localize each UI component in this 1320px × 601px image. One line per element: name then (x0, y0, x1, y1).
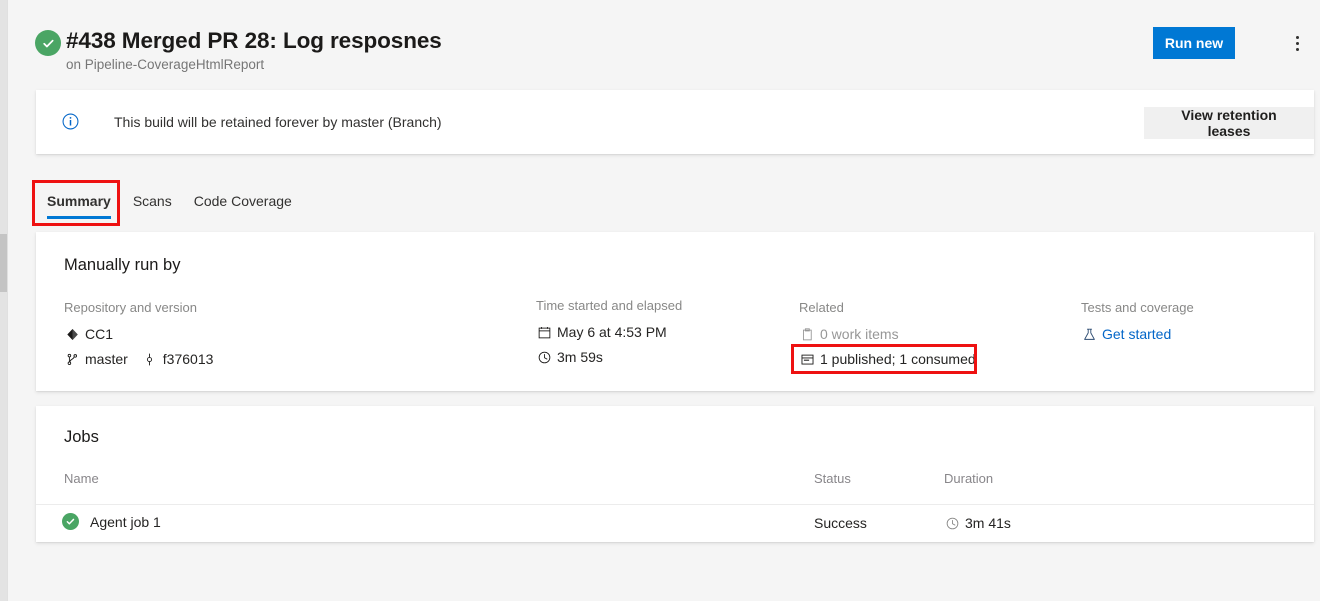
info-circle-icon (62, 113, 79, 130)
jobs-table: Name Status Duration Agent job 1 Success (36, 464, 1314, 543)
run-new-button[interactable]: Run new (1153, 27, 1235, 59)
tests-get-started-link[interactable]: Get started (1102, 326, 1171, 342)
artifacts-row[interactable]: 1 published; 1 consumed (799, 348, 976, 370)
manually-run-by-title: Manually run by (64, 256, 180, 275)
retention-banner: This build will be retained forever by m… (36, 90, 1314, 154)
tests-get-started-row[interactable]: Get started (1081, 323, 1194, 345)
branch-and-commit-row[interactable]: master f376013 (64, 348, 213, 370)
tests-column-heading: Tests and coverage (1081, 300, 1194, 315)
retention-message: This build will be retained forever by m… (114, 114, 442, 130)
tab-scans[interactable]: Scans (122, 178, 183, 224)
page-scrollbar[interactable] (0, 0, 8, 601)
work-items-row[interactable]: 0 work items (799, 323, 976, 345)
jobs-header-status[interactable]: Status (814, 471, 851, 486)
table-row[interactable]: Agent job 1 Success 3m 41s (36, 505, 1314, 543)
tab-code-coverage[interactable]: Code Coverage (183, 178, 303, 224)
tab-bar: Summary Scans Code Coverage (36, 178, 303, 224)
repository-column-heading: Repository and version (64, 300, 213, 315)
job-duration-value: 3m 41s (965, 515, 1011, 531)
summary-column-repository: Repository and version CC1 (64, 300, 213, 373)
summary-column-tests: Tests and coverage Get started (1081, 300, 1194, 348)
pipeline-subtitle: on Pipeline-CoverageHtmlReport (66, 57, 264, 72)
jobs-card: Jobs Name Status Duration Agent job 1 Su… (36, 406, 1314, 542)
summary-column-related: Related 0 work items (799, 300, 976, 373)
commit-id: f376013 (163, 351, 214, 367)
time-started-value: May 6 at 4:53 PM (557, 324, 667, 340)
job-name: Agent job 1 (90, 514, 161, 530)
page-scrollbar-thumb[interactable] (0, 234, 7, 292)
branch-name: master (85, 351, 128, 367)
tab-summary[interactable]: Summary (36, 178, 122, 224)
commit-icon (142, 351, 158, 367)
repository-row[interactable]: CC1 (64, 323, 213, 345)
job-status-cell: Success (814, 515, 867, 531)
clock-icon (536, 349, 552, 365)
more-actions-ellipsis-icon[interactable] (1282, 28, 1312, 58)
job-duration-cell: 3m 41s (944, 515, 1011, 531)
artifact-box-icon (799, 351, 815, 367)
work-item-clipboard-icon (799, 326, 815, 342)
tab-summary-label: Summary (47, 193, 111, 209)
run-summary-card: Manually run by Repository and version C… (36, 232, 1314, 391)
time-elapsed-value: 3m 59s (557, 349, 603, 365)
jobs-header-duration[interactable]: Duration (944, 471, 993, 486)
summary-column-time: Time started and elapsed May 6 at 4:53 P… (536, 298, 682, 371)
jobs-table-header-row: Name Status Duration (36, 464, 1314, 505)
run-details-page: #438 Merged PR 28: Log resposnes on Pipe… (8, 0, 1320, 601)
tab-active-underline (47, 216, 111, 219)
azure-repos-diamond-icon (64, 326, 80, 342)
success-check-icon (35, 30, 61, 56)
time-started-row: May 6 at 4:53 PM (536, 321, 682, 343)
success-check-icon (62, 513, 79, 530)
repository-name: CC1 (85, 326, 113, 342)
work-items-value: 0 work items (820, 326, 899, 342)
branch-icon (64, 351, 80, 367)
tab-scans-label: Scans (133, 193, 172, 209)
clock-icon (944, 515, 960, 531)
related-column-heading: Related (799, 300, 976, 315)
calendar-icon (536, 324, 552, 340)
run-header: #438 Merged PR 28: Log resposnes on Pipe… (8, 0, 1320, 86)
jobs-header-name[interactable]: Name (64, 471, 99, 486)
time-column-heading: Time started and elapsed (536, 298, 682, 313)
artifacts-value: 1 published; 1 consumed (820, 351, 976, 367)
time-elapsed-row: 3m 59s (536, 346, 682, 368)
jobs-title: Jobs (64, 428, 99, 447)
view-retention-leases-button[interactable]: View retention leases (1144, 107, 1314, 139)
job-name-cell[interactable]: Agent job 1 (62, 513, 161, 530)
tab-code-coverage-label: Code Coverage (194, 193, 292, 209)
page-title: #438 Merged PR 28: Log resposnes (66, 28, 442, 54)
test-beaker-icon (1081, 326, 1097, 342)
